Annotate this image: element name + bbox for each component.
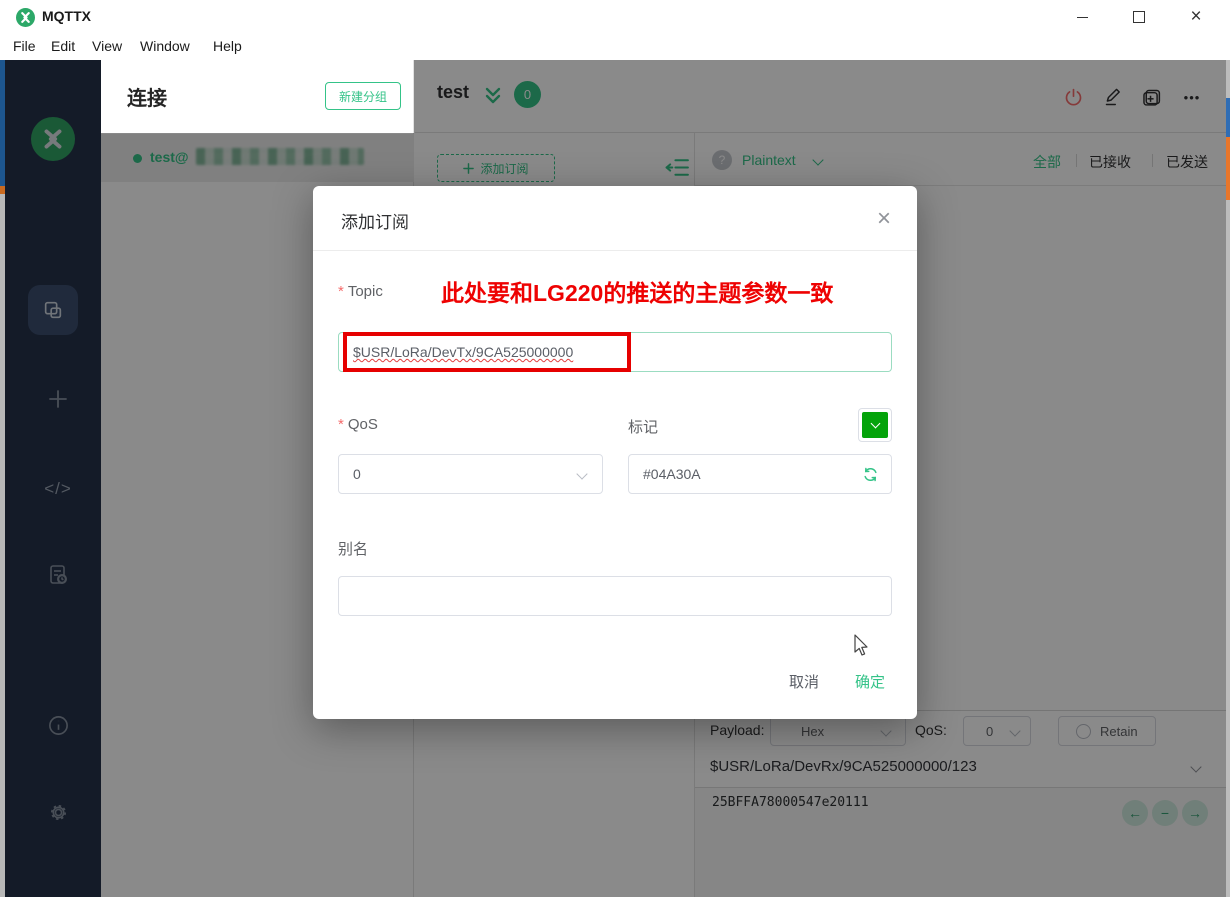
menu-view[interactable]: View <box>92 38 122 54</box>
color-swatch <box>862 412 888 438</box>
color-picker-trigger[interactable] <box>858 408 892 442</box>
tag-color-input[interactable]: #04A30A <box>628 454 892 494</box>
topic-label-text: Topic <box>348 283 383 300</box>
tag-color-value: #04A30A <box>643 466 701 482</box>
menubar: File Edit View Window Help <box>0 35 1230 60</box>
chevron-down-icon <box>870 419 880 429</box>
right-edge-fringe-blue <box>1226 98 1230 137</box>
menu-file[interactable]: File <box>13 38 36 54</box>
qos-field-label: *QoS <box>338 416 378 433</box>
divider <box>313 250 917 251</box>
chevron-down-icon <box>576 468 587 479</box>
annotation-text: 此处要和LG220的推送的主题参数一致 <box>441 274 833 308</box>
topic-field-label: *Topic <box>338 283 383 300</box>
annotation-highlight-box <box>343 332 631 372</box>
mouse-cursor <box>853 634 871 663</box>
alias-input[interactable] <box>338 576 892 616</box>
refresh-color-button[interactable] <box>862 466 879 486</box>
right-edge-fringe-orange <box>1226 137 1230 200</box>
add-subscription-dialog: 添加订阅 × *Topic 此处要和LG220的推送的主题参数一致 $USR/L… <box>313 186 917 719</box>
new-group-button[interactable]: 新建分组 <box>325 82 401 110</box>
close-button[interactable]: × <box>1173 0 1219 34</box>
left-edge-fringe-gray <box>0 194 5 897</box>
app-title: MQTTX <box>42 8 91 24</box>
required-asterisk: * <box>338 283 344 300</box>
qos-value: 0 <box>353 466 361 482</box>
close-icon: × <box>877 205 891 233</box>
dialog-close-button[interactable]: × <box>869 204 899 234</box>
confirm-button[interactable]: 确定 <box>855 671 885 692</box>
required-asterisk: * <box>338 416 344 433</box>
app-logo-icon <box>16 8 35 27</box>
mqttx-window: MQTTX × File Edit View Window Help </> <box>0 0 1230 897</box>
minimize-icon <box>1077 17 1088 18</box>
cancel-button[interactable]: 取消 <box>789 671 819 692</box>
titlebar: MQTTX × <box>0 0 1230 35</box>
menu-edit[interactable]: Edit <box>51 38 75 54</box>
connections-panel-header: 连接 新建分组 <box>101 60 414 133</box>
close-icon: × <box>1190 7 1201 26</box>
connections-title: 连接 <box>127 82 167 111</box>
minimize-button[interactable] <box>1059 0 1105 34</box>
tag-field-label: 标记 <box>628 416 658 437</box>
dialog-title: 添加订阅 <box>341 208 409 233</box>
left-edge-fringe-blue <box>0 60 5 186</box>
menu-window[interactable]: Window <box>140 38 190 54</box>
maximize-icon <box>1133 11 1145 23</box>
menu-help[interactable]: Help <box>213 38 242 54</box>
maximize-button[interactable] <box>1116 0 1162 34</box>
left-edge-fringe-orange <box>0 186 5 194</box>
qos-select[interactable]: 0 <box>338 454 603 494</box>
qos-label-text: QoS <box>348 416 378 433</box>
refresh-icon <box>862 466 879 483</box>
alias-field-label: 别名 <box>338 538 368 559</box>
